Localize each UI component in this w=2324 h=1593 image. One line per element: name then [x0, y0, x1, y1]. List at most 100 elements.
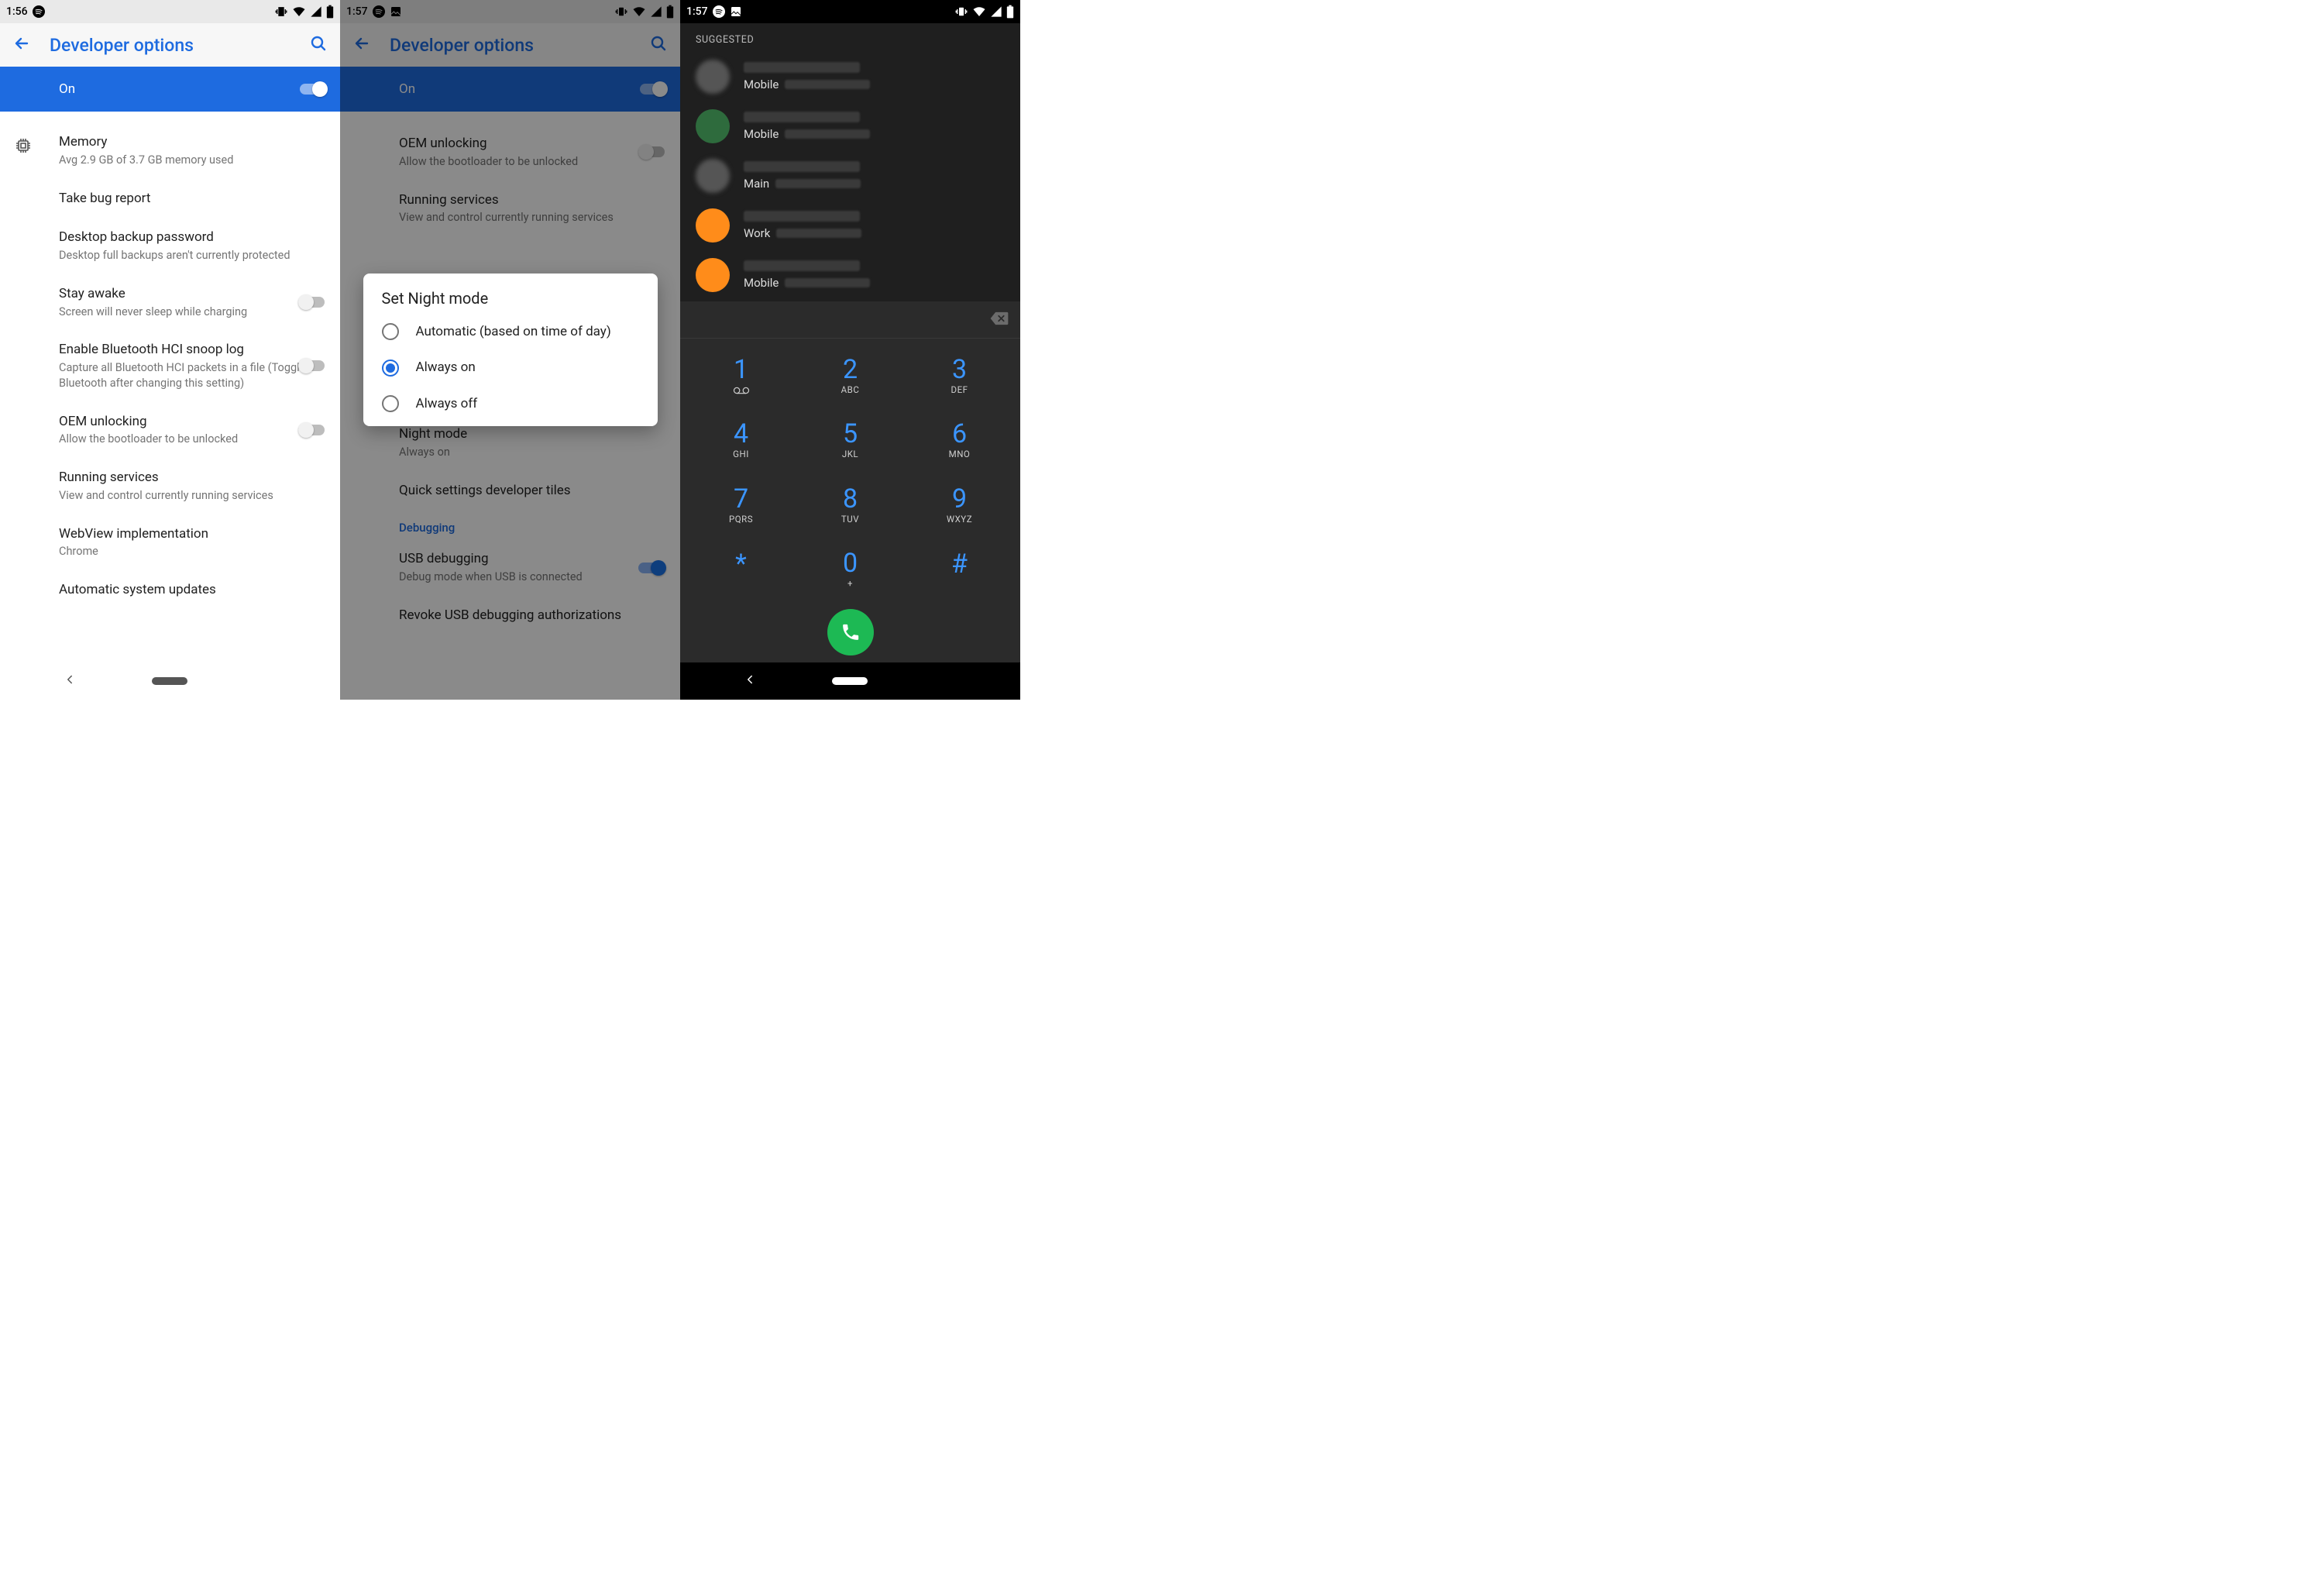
app-bar: Developer options	[0, 23, 340, 67]
radio-label: Automatic (based on time of day)	[416, 323, 611, 340]
status-clock: 1:57	[686, 5, 708, 18]
setting-row[interactable]: Enable Bluetooth HCI snoop logCapture al…	[0, 330, 340, 401]
nav-home-pill[interactable]	[152, 677, 187, 685]
chip-icon	[14, 136, 33, 155]
dialpad-key[interactable]: 1	[686, 343, 796, 408]
setting-row[interactable]: Stay awakeScreen will never sleep while …	[0, 274, 340, 331]
contact-row[interactable]: Mobile	[680, 52, 1020, 101]
contact-number-redacted	[785, 278, 870, 287]
toggle[interactable]	[298, 294, 326, 310]
cell-signal-icon	[310, 5, 322, 18]
dialpad-key[interactable]: 2ABC	[796, 343, 905, 408]
dialpad-key[interactable]: 4GHI	[686, 408, 796, 473]
toggle[interactable]	[298, 358, 326, 373]
dialpad-key[interactable]: 9WXYZ	[905, 473, 1014, 538]
dialpad-key[interactable]: *	[686, 538, 796, 603]
avatar	[696, 258, 730, 292]
contact-row[interactable]: Mobile	[680, 250, 1020, 300]
radio-icon	[382, 360, 399, 377]
master-switch-row[interactable]: On	[0, 67, 340, 112]
radio-option[interactable]: Always off	[363, 386, 658, 421]
back-icon[interactable]	[12, 34, 31, 56]
suggested-header: SUGGESTED	[680, 23, 1020, 52]
nav-back-icon[interactable]	[13, 673, 125, 690]
contact-number-redacted	[775, 179, 861, 188]
dialpad-letters: ABC	[841, 384, 860, 395]
screenshot-developer-options: 1:56 Developer options On MemoryAvg 2.9 …	[0, 0, 340, 700]
setting-secondary: Chrome	[59, 544, 328, 559]
setting-row[interactable]: Desktop backup passwordDesktop full back…	[0, 218, 340, 274]
system-nav-bar	[0, 662, 340, 700]
dialpad-key[interactable]: 3DEF	[905, 343, 1014, 408]
vibrate-icon	[274, 5, 288, 19]
battery-icon	[326, 5, 334, 19]
setting-row[interactable]: OEM unlockingAllow the bootloader to be …	[0, 402, 340, 459]
wifi-icon	[972, 5, 986, 19]
setting-row[interactable]: Take bug report	[0, 179, 340, 218]
dialpad-key[interactable]: 7PQRS	[686, 473, 796, 538]
dialpad-letters: WXYZ	[947, 514, 972, 525]
setting-primary: OEM unlocking	[59, 413, 328, 431]
setting-row[interactable]: Running servicesView and control current…	[0, 458, 340, 514]
dialpad-digit: #	[951, 551, 968, 577]
dialpad-key[interactable]: #	[905, 538, 1014, 603]
status-bar: 1:57	[680, 0, 1020, 23]
setting-secondary: Capture all Bluetooth HCI packets in a f…	[59, 360, 328, 391]
setting-primary: Enable Bluetooth HCI snoop log	[59, 341, 328, 359]
image-icon	[730, 5, 742, 18]
contact-type: Mobile	[744, 276, 779, 290]
dialpad: 12ABC3DEF4GHI5JKL6MNO7PQRS8TUV9WXYZ*0+#	[680, 339, 1020, 602]
setting-row[interactable]: Automatic system updates	[0, 570, 340, 610]
avatar	[696, 109, 730, 143]
contact-name-redacted	[744, 260, 860, 271]
radio-option[interactable]: Always on	[363, 349, 658, 385]
contact-type: Main	[744, 177, 769, 191]
setting-primary: Running services	[59, 469, 328, 487]
dialpad-key[interactable]: 0+	[796, 538, 905, 603]
dialpad-letters: MNO	[949, 449, 971, 459]
spotify-icon	[713, 5, 725, 18]
setting-primary: WebView implementation	[59, 525, 328, 543]
master-toggle[interactable]	[300, 81, 328, 97]
radio-label: Always on	[416, 359, 476, 376]
settings-list[interactable]: MemoryAvg 2.9 GB of 3.7 GB memory usedTa…	[0, 112, 340, 662]
contact-row[interactable]: Mobile	[680, 101, 1020, 151]
page-title: Developer options	[50, 35, 194, 56]
master-switch-label: On	[59, 81, 75, 97]
toggle[interactable]	[298, 422, 326, 438]
radio-icon	[382, 323, 399, 340]
backspace-icon[interactable]	[989, 311, 1009, 329]
setting-primary: Stay awake	[59, 285, 328, 303]
setting-row[interactable]: MemoryAvg 2.9 GB of 3.7 GB memory used	[0, 122, 340, 179]
voicemail-icon	[733, 383, 750, 395]
search-icon[interactable]	[309, 34, 328, 56]
contact-type: Work	[744, 226, 770, 240]
dialpad-digit: 7	[734, 486, 748, 512]
dialpad-digit: 8	[843, 486, 858, 512]
dialpad-letters: DEF	[951, 384, 968, 395]
dialpad-key[interactable]: 6MNO	[905, 408, 1014, 473]
radio-option[interactable]: Automatic (based on time of day)	[363, 314, 658, 349]
dialog-scrim[interactable]: Set Night mode Automatic (based on time …	[340, 0, 680, 700]
battery-icon	[1006, 5, 1014, 19]
dialpad-key[interactable]: 5JKL	[796, 408, 905, 473]
contact-type: Mobile	[744, 77, 779, 91]
contact-row[interactable]: Work	[680, 201, 1020, 250]
contact-name-redacted	[744, 62, 860, 73]
contact-type: Mobile	[744, 127, 779, 141]
nav-home-pill[interactable]	[832, 677, 868, 685]
setting-row[interactable]: WebView implementationChrome	[0, 514, 340, 571]
contact-row[interactable]: Main	[680, 151, 1020, 201]
dialpad-digit: 2	[843, 356, 858, 383]
call-button[interactable]	[827, 609, 874, 655]
status-clock: 1:56	[6, 5, 28, 18]
spotify-icon	[33, 5, 45, 18]
contact-name-redacted	[744, 161, 860, 172]
dialpad-letters: JKL	[842, 449, 858, 459]
screenshot-dialer: 1:57 SUGGESTED Mobile Mobile Main Work Mobil…	[680, 0, 1020, 700]
avatar	[696, 208, 730, 243]
vibrate-icon	[954, 5, 968, 19]
nav-back-icon[interactable]	[693, 673, 806, 690]
dialpad-key[interactable]: 8TUV	[796, 473, 905, 538]
contact-name-redacted	[744, 211, 860, 222]
